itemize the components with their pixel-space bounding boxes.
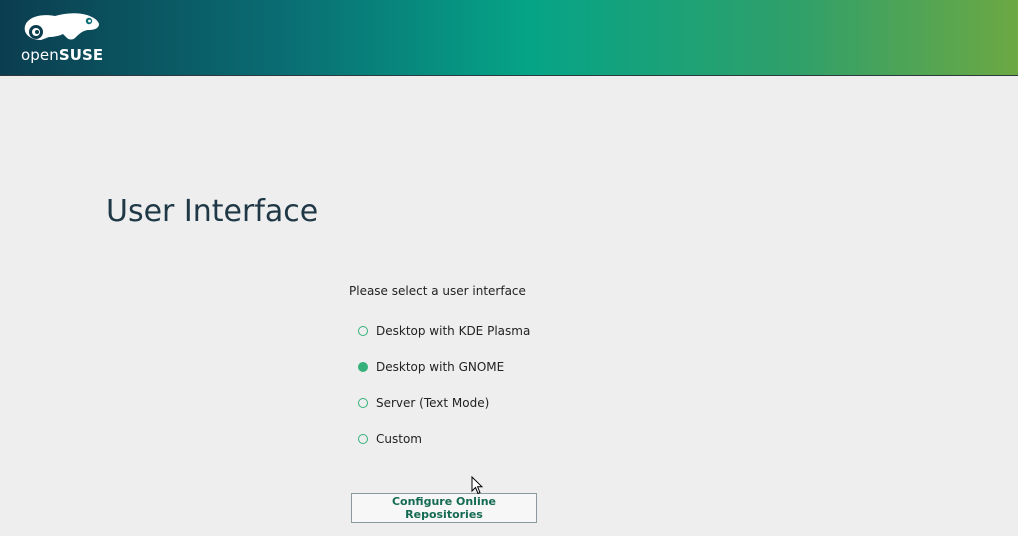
option-label: Custom — [376, 432, 422, 446]
logo-wordmark: openSUSE — [21, 46, 103, 64]
chameleon-icon — [24, 13, 100, 40]
logo-wordmark-open: open — [21, 46, 59, 64]
logo-wordmark-suse: SUSE — [58, 46, 104, 64]
option-server-text-mode[interactable]: Server (Text Mode) — [358, 394, 489, 412]
option-label: Server (Text Mode) — [376, 396, 490, 410]
radio-kde-plasma[interactable] — [358, 326, 368, 336]
option-label: Desktop with GNOME — [376, 360, 505, 374]
option-kde-plasma[interactable]: Desktop with KDE Plasma — [358, 322, 530, 340]
option-gnome[interactable]: Desktop with GNOME — [358, 358, 504, 376]
radio-custom[interactable] — [358, 434, 368, 444]
mouse-pointer-icon — [471, 476, 483, 495]
opensuse-logo: openSUSE — [19, 10, 105, 66]
radio-server-text-mode[interactable] — [358, 398, 368, 408]
configure-online-repositories-button[interactable]: Configure Online Repositories — [351, 493, 537, 523]
page-title: User Interface — [106, 194, 319, 229]
option-label: Desktop with KDE Plasma — [376, 324, 531, 338]
radio-gnome[interactable] — [358, 362, 368, 372]
option-custom[interactable]: Custom — [358, 430, 422, 448]
selection-prompt: Please select a user interface — [349, 284, 526, 298]
header-banner: openSUSE — [0, 0, 1018, 76]
